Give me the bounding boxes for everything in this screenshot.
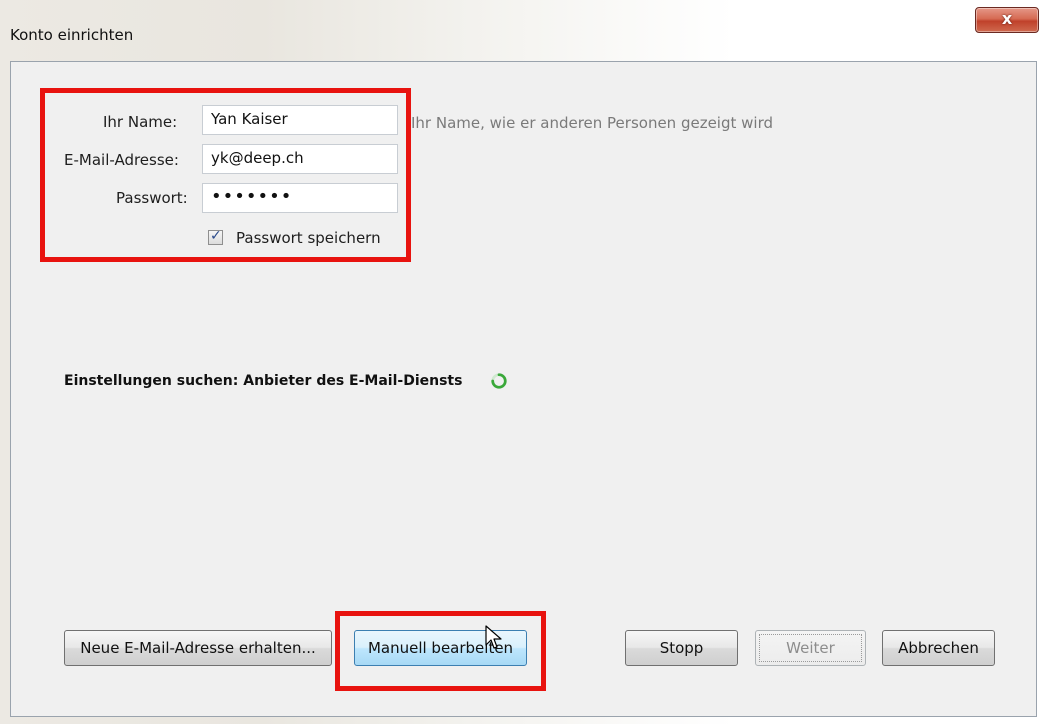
status-text: Einstellungen suchen: Anbieter des E-Mai…: [64, 373, 463, 389]
title-bar[interactable]: Konto einrichten x: [0, 0, 1049, 60]
password-input[interactable]: •••••••: [202, 183, 398, 213]
password-dots: •••••••: [211, 186, 293, 207]
new-address-button[interactable]: Neue E-Mail-Adresse erhalten...: [64, 630, 332, 666]
cancel-button[interactable]: Abbrechen: [882, 630, 995, 666]
email-input[interactable]: yk@deep.ch: [202, 144, 398, 174]
loading-spinner-icon: [491, 373, 507, 389]
remember-password-label[interactable]: Passwort speichern: [236, 229, 381, 247]
window-title: Konto einrichten: [10, 26, 134, 44]
checkmark-icon: ✓: [210, 228, 222, 244]
close-button[interactable]: x: [975, 7, 1039, 33]
close-icon: x: [1001, 9, 1013, 28]
name-label: Ihr Name:: [103, 113, 178, 131]
email-label: E-Mail-Adresse:: [64, 151, 179, 169]
next-button[interactable]: Weiter: [755, 630, 866, 666]
account-setup-dialog: Konto einrichten x Ihr Name: Yan Kaiser …: [0, 0, 1049, 724]
focus-rectangle: [759, 634, 862, 662]
dialog-content: Ihr Name: Yan Kaiser Ihr Name, wie er an…: [10, 61, 1037, 717]
stop-button[interactable]: Stopp: [625, 630, 738, 666]
name-hint: Ihr Name, wie er anderen Personen gezeig…: [411, 114, 773, 132]
remember-password-checkbox[interactable]: ✓: [208, 228, 223, 245]
password-label: Passwort:: [116, 189, 188, 207]
mouse-pointer-icon: [485, 625, 502, 649]
name-input[interactable]: Yan Kaiser: [202, 105, 398, 135]
